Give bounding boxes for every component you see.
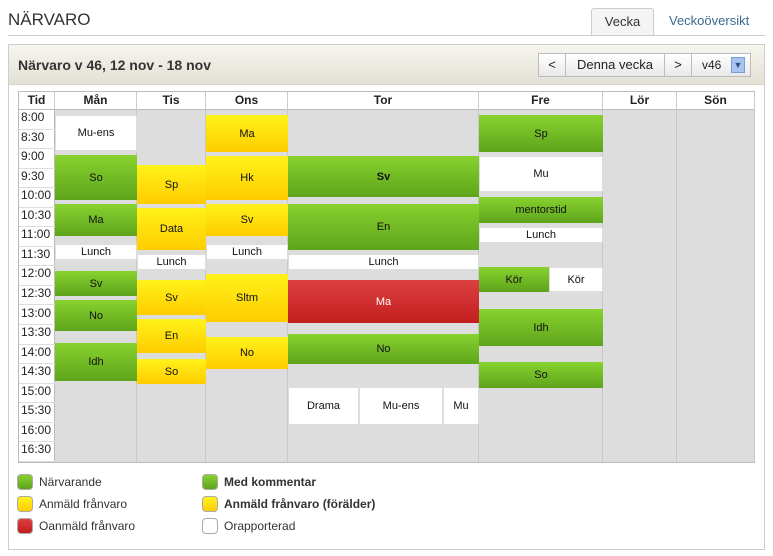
lesson-block[interactable]: Mu xyxy=(443,387,479,425)
lesson-block[interactable]: Idh xyxy=(479,309,603,346)
tab-veckooversikt[interactable]: Veckoöversikt xyxy=(657,8,761,36)
time-label: 13:00 xyxy=(19,306,55,326)
lesson-block[interactable]: No xyxy=(55,300,137,331)
lesson-block[interactable]: Lunch xyxy=(55,244,137,260)
current-week-button[interactable]: Denna vecka xyxy=(565,53,665,77)
lesson-block[interactable]: Sp xyxy=(479,115,603,152)
lesson-block[interactable]: So xyxy=(55,155,137,200)
chevron-down-icon[interactable]: ▼ xyxy=(731,57,745,73)
day-header: Ons xyxy=(206,92,288,110)
legend-swatch xyxy=(202,474,218,490)
time-label: 11:00 xyxy=(19,227,55,247)
header-time: Tid xyxy=(19,92,55,110)
lesson-block[interactable]: Sltm xyxy=(206,274,288,322)
legend-item: Anmäld frånvaro (förälder) xyxy=(202,496,375,512)
day-header: Lör xyxy=(603,92,677,110)
panel-header: Närvaro v 46, 12 nov - 18 nov < Denna ve… xyxy=(9,45,764,85)
time-label: 10:00 xyxy=(19,188,55,208)
legend-swatch xyxy=(17,496,33,512)
lesson-block[interactable]: Sv xyxy=(206,204,288,236)
day-header: Tor xyxy=(288,92,479,110)
time-label: 9:30 xyxy=(19,169,55,189)
legend-item: Oanmäld frånvaro xyxy=(17,518,135,534)
lesson-block[interactable]: Sv xyxy=(288,156,479,197)
time-column: 8:00 8:30 9:00 9:30 10:00 10:30 11:00 11:30 12:0… xyxy=(19,110,55,462)
day-header: Sön xyxy=(677,92,755,110)
day-column xyxy=(603,110,677,462)
legend-label: Närvarande xyxy=(39,475,102,489)
lesson-block[interactable]: Ma xyxy=(206,115,288,152)
week-select[interactable]: v46 ▼ xyxy=(691,53,751,77)
lesson-block[interactable]: Lunch xyxy=(479,227,603,243)
time-label: 12:30 xyxy=(19,286,55,306)
legend-item: Orapporterad xyxy=(202,518,295,534)
next-week-button[interactable]: > xyxy=(664,53,692,77)
lesson-block[interactable]: Mu-ens xyxy=(55,115,137,151)
lesson-block[interactable]: Idh xyxy=(55,343,137,381)
lesson-block[interactable]: Mu xyxy=(479,156,603,192)
lesson-block[interactable]: Hk xyxy=(206,156,288,200)
day-column xyxy=(677,110,755,462)
lesson-block[interactable]: Lunch xyxy=(288,254,479,270)
legend-item: Närvarande xyxy=(17,474,102,490)
lesson-block[interactable]: So xyxy=(137,359,206,384)
legend-item: Anmäld frånvaro xyxy=(17,496,127,512)
lesson-block[interactable]: Mu-ens xyxy=(359,387,443,425)
schedule-grid: Tid 8:00 8:30 9:00 9:30 10:00 10:30 11:00 11:30… xyxy=(18,91,755,463)
lesson-block[interactable]: Sv xyxy=(55,271,137,296)
time-label: 10:30 xyxy=(19,208,55,228)
tab-vecka[interactable]: Vecka xyxy=(591,8,654,36)
legend-label: Orapporterad xyxy=(224,519,296,533)
lesson-block[interactable]: Sp xyxy=(137,165,206,204)
lesson-block[interactable]: Lunch xyxy=(206,244,288,260)
prev-week-button[interactable]: < xyxy=(538,53,566,77)
lesson-block[interactable]: Drama xyxy=(288,387,359,425)
legend-item: Med kommentar xyxy=(202,474,316,490)
time-label: 9:00 xyxy=(19,149,55,169)
lesson-block[interactable]: Data xyxy=(137,208,206,250)
lesson-block[interactable]: En xyxy=(288,204,479,250)
legend-swatch xyxy=(17,518,33,534)
lesson-block[interactable]: Sv xyxy=(137,280,206,315)
legend-label: Anmäld frånvaro xyxy=(39,497,128,511)
day-header: Fre xyxy=(479,92,603,110)
time-label: 8:00 xyxy=(19,110,55,130)
time-label: 11:30 xyxy=(19,247,55,267)
legend-swatch xyxy=(202,518,218,534)
day-header: Mån xyxy=(55,92,137,110)
lesson-block[interactable]: Kör xyxy=(479,267,549,292)
lesson-block[interactable]: Ma xyxy=(55,204,137,236)
time-label: 15:30 xyxy=(19,403,55,423)
lesson-block[interactable]: Ma xyxy=(288,280,479,323)
panel-title: Närvaro v 46, 12 nov - 18 nov xyxy=(18,57,211,73)
day-header: Tis xyxy=(137,92,206,110)
divider xyxy=(8,35,765,36)
time-label: 15:00 xyxy=(19,384,55,404)
lesson-block[interactable]: En xyxy=(137,319,206,353)
lesson-block[interactable]: So xyxy=(479,362,603,388)
lesson-block[interactable]: Lunch xyxy=(137,254,206,270)
lesson-block[interactable]: No xyxy=(288,334,479,364)
lesson-block[interactable]: Kör xyxy=(549,267,603,292)
lesson-block[interactable]: No xyxy=(206,337,288,369)
time-label: 13:30 xyxy=(19,325,55,345)
page-title: NÄRVARO xyxy=(8,10,91,29)
time-label: 8:30 xyxy=(19,130,55,150)
week-select-value: v46 xyxy=(702,58,722,72)
legend-label: Oanmäld frånvaro xyxy=(39,519,136,533)
time-label: 14:30 xyxy=(19,364,55,384)
time-label: 14:00 xyxy=(19,345,55,365)
legend-swatch xyxy=(17,474,33,490)
lesson-block[interactable]: mentorstid xyxy=(479,197,603,223)
legend-label: Anmäld frånvaro (förälder) xyxy=(224,497,376,511)
time-label: 16:00 xyxy=(19,423,55,443)
legend-label: Med kommentar xyxy=(224,475,317,489)
legend-swatch xyxy=(202,496,218,512)
time-label: 12:00 xyxy=(19,266,55,286)
time-label: 16:30 xyxy=(19,442,55,462)
